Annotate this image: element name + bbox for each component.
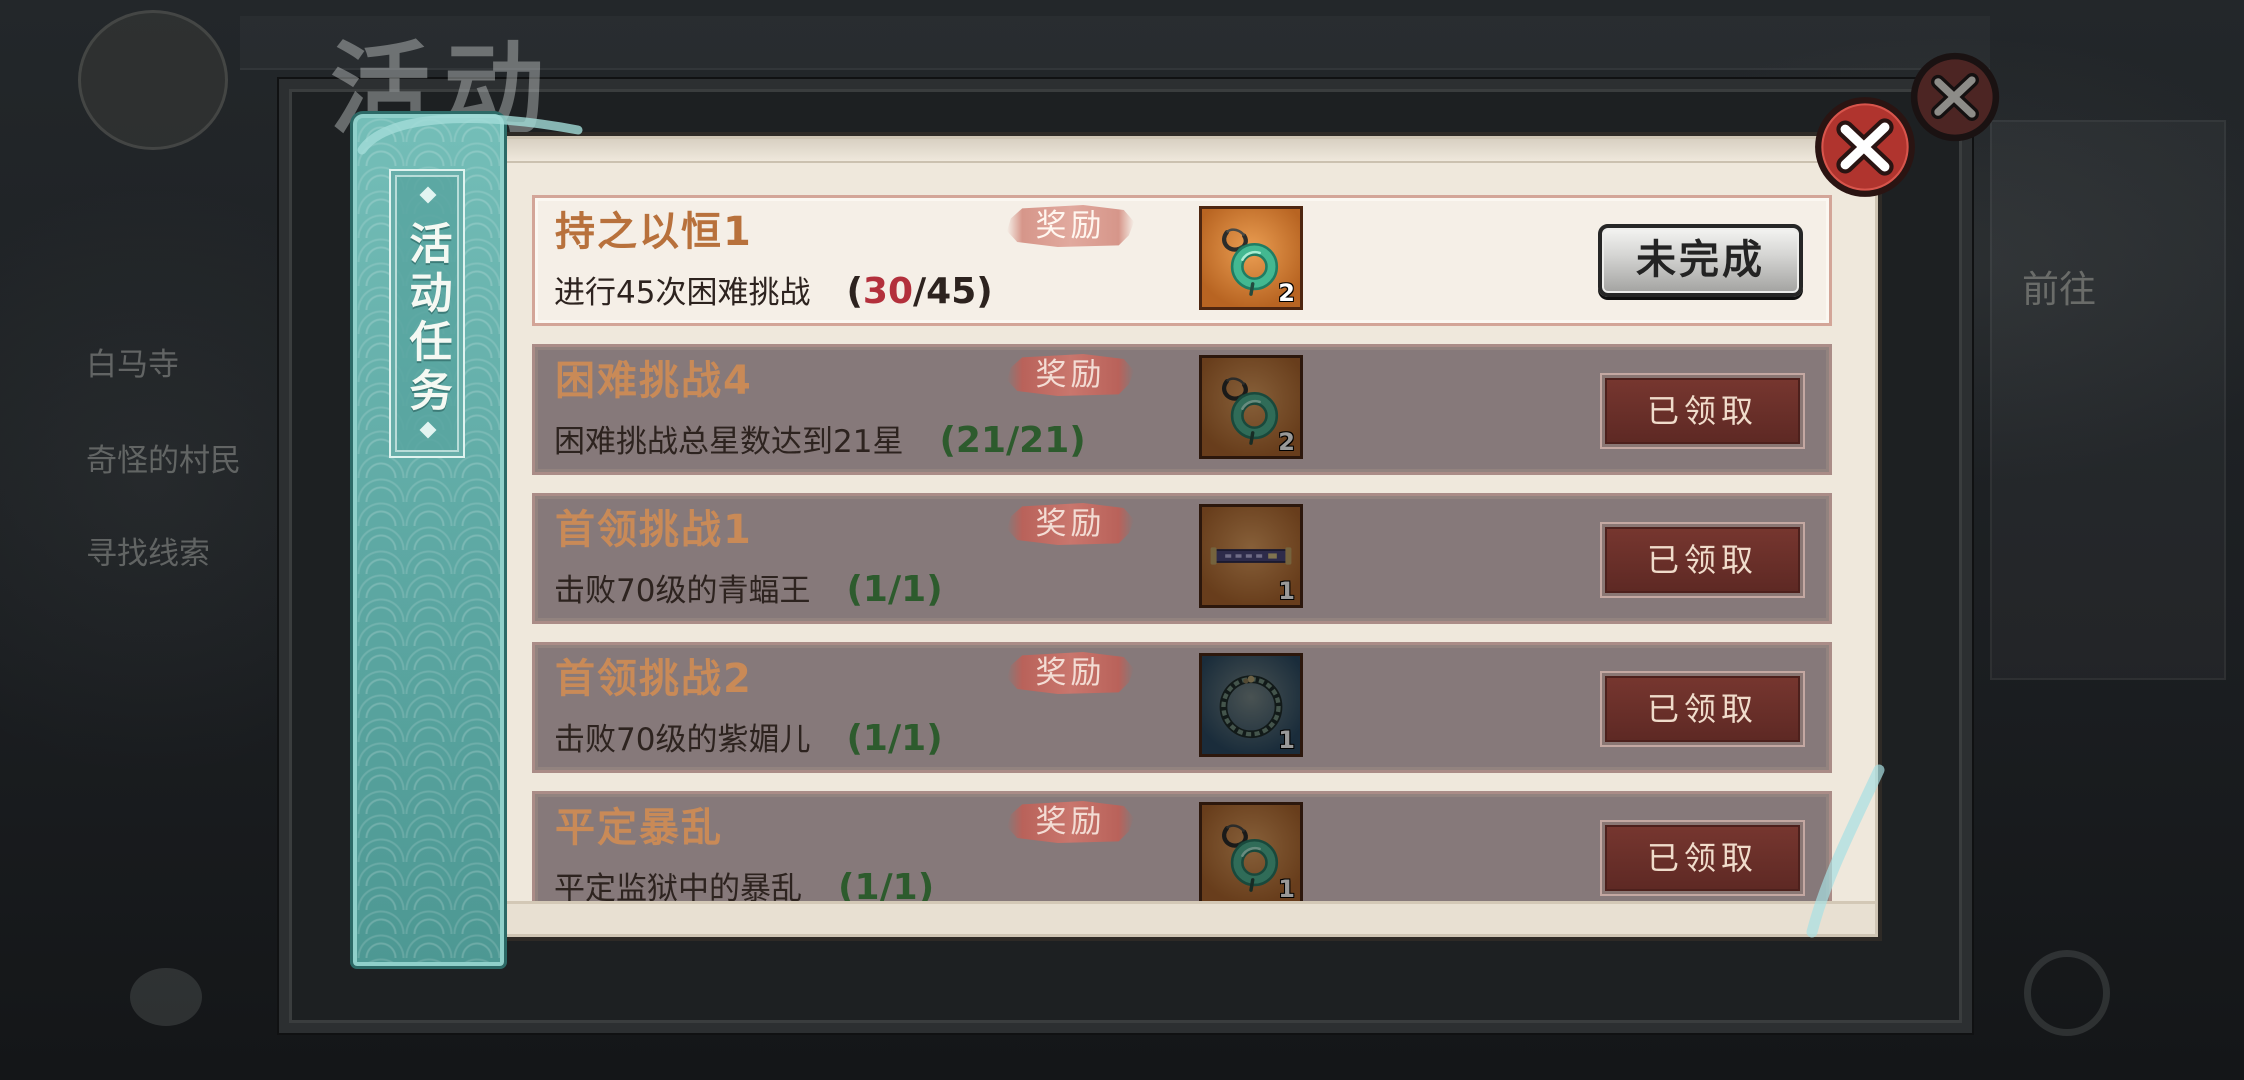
progress-open: (: [846, 569, 863, 610]
reward-item-slot[interactable]: 1: [1199, 504, 1303, 608]
task-progress: (21/21): [939, 420, 1085, 461]
task-button-label: 已领取: [1646, 541, 1758, 579]
task-description: 进行45次困难挑战: [554, 275, 811, 311]
progress-total: 1: [892, 867, 918, 901]
player-avatar: [78, 10, 228, 150]
task-row: 平定暴乱 奖励 平定监狱中的暴乱 (1/1) 1 已领取: [532, 791, 1832, 901]
progress-current: 1: [862, 718, 888, 759]
incomplete-button[interactable]: 未完成: [1598, 224, 1803, 297]
claimed-button[interactable]: 已领取: [1605, 527, 1800, 593]
diamond-ornament-icon: [419, 186, 437, 204]
diamond-ornament-icon: [419, 421, 437, 439]
task-row: 首领挑战1 奖励 击败70级的青蝠王 (1/1) 1 已领取: [532, 493, 1832, 624]
tab-label: 活动任务: [402, 221, 452, 417]
reward-count: 1: [1278, 577, 1295, 605]
task-requirement: 进行45次困难挑战 (30/45): [554, 270, 993, 320]
progress-open: (: [846, 718, 863, 759]
reward-label: 奖励: [1007, 652, 1134, 694]
task-requirement: 击败70级的青蝠王 (1/1): [554, 568, 943, 618]
reward-item-slot[interactable]: 2: [1199, 355, 1303, 459]
task-title: 困难挑战4: [555, 358, 753, 404]
task-button-label: 已领取: [1646, 392, 1758, 430]
task-requirement: 困难挑战总星数达到21星 (21/21): [554, 419, 1086, 469]
progress-total: 45: [926, 271, 977, 312]
reward-label: 奖励: [1007, 354, 1134, 396]
swirl-skill-icon: [2024, 950, 2110, 1036]
reward-count: 1: [1278, 875, 1295, 901]
panel-top-edge: [507, 139, 1875, 163]
progress-open: (: [838, 867, 855, 901]
task-requirement: 平定监狱中的暴乱 (1/1): [554, 866, 934, 901]
progress-current: 1: [862, 569, 888, 610]
task-requirement: 击败70级的紫媚儿 (1/1): [554, 717, 943, 767]
progress-separator: /: [879, 867, 893, 901]
task-description: 困难挑战总星数达到21星: [554, 424, 904, 460]
reward-item-slot[interactable]: 1: [1199, 653, 1303, 757]
task-progress: (1/1): [846, 718, 942, 759]
progress-current: 30: [862, 271, 914, 312]
progress-current: 1: [854, 867, 880, 901]
claimed-button[interactable]: 已领取: [1605, 676, 1800, 742]
task-title: 持之以恒1: [555, 209, 753, 255]
tab-label-box: 活动任务: [389, 169, 465, 458]
progress-open: (: [846, 271, 863, 312]
progress-total: 1: [901, 569, 927, 610]
reward-label: 奖励: [1007, 205, 1134, 247]
progress-close: ): [1069, 420, 1086, 461]
reward-item-slot[interactable]: 1: [1199, 802, 1303, 901]
progress-close: ): [917, 867, 935, 901]
task-row: 困难挑战4 奖励困难挑战总星数达到21星 (21/21) 2 已领取: [532, 344, 1832, 475]
tab-activity-tasks[interactable]: 活动任务: [353, 114, 504, 966]
bg-tracked-task: 寻找线索: [86, 536, 210, 572]
reward-count: 2: [1278, 428, 1295, 456]
panel-bottom-edge: [507, 901, 1875, 934]
bg-tracked-task: 奇怪的村民: [86, 443, 241, 479]
bg-tracked-task: 白马寺: [86, 347, 179, 383]
reward-item-slot[interactable]: 2: [1199, 206, 1303, 310]
task-progress: (1/1): [838, 867, 934, 901]
background-close-icon: [1908, 50, 2002, 144]
reward-count: 2: [1278, 279, 1295, 307]
task-progress: (30/45): [846, 271, 992, 312]
task-description: 击败70级的紫媚儿: [554, 722, 811, 758]
reward-count: 1: [1278, 726, 1295, 754]
task-button-label: 未完成: [1636, 237, 1765, 283]
chat-bubble-icon: [130, 968, 202, 1026]
task-row: 首领挑战2 奖励 击败70级的紫媚儿 (1/1) 1 已领取: [532, 642, 1832, 773]
progress-close: ): [926, 718, 943, 759]
progress-separator: /: [887, 718, 902, 759]
task-progress: (1/1): [846, 569, 942, 610]
task-title: 平定暴乱: [555, 805, 723, 851]
task-button-label: 已领取: [1646, 839, 1758, 877]
close-icon[interactable]: [1813, 95, 1917, 199]
progress-total: 21: [1019, 420, 1070, 461]
task-list[interactable]: 持之以恒1 奖励 进行45次困难挑战 (30/45) 2 未完成 困难挑战4 奖励 困难挑战总星…: [532, 195, 1832, 901]
task-row: 持之以恒1 奖励进行45次困难挑战 (30/45) 2 未完成: [532, 195, 1832, 326]
task-description: 平定监狱中的暴乱: [554, 871, 802, 901]
progress-close: ): [926, 569, 943, 610]
task-title: 首领挑战2: [555, 656, 753, 702]
background-building: [1990, 120, 2226, 680]
claimed-button[interactable]: 已领取: [1605, 378, 1800, 444]
progress-separator: /: [887, 569, 902, 610]
bg-goto-label: 前往: [2022, 268, 2096, 311]
progress-total: 1: [901, 718, 927, 759]
task-description: 击败70级的青蝠王: [554, 573, 811, 609]
task-button-label: 已领取: [1646, 690, 1758, 728]
progress-close: ): [976, 271, 993, 312]
task-title: 首领挑战1: [555, 507, 753, 553]
reward-label: 奖励: [1007, 503, 1134, 545]
progress-separator: /: [913, 271, 927, 312]
progress-open: (: [939, 420, 956, 461]
progress-separator: /: [1006, 420, 1020, 461]
reward-label: 奖励: [1007, 801, 1134, 843]
claimed-button[interactable]: 已领取: [1605, 825, 1800, 891]
progress-current: 21: [955, 420, 1007, 461]
